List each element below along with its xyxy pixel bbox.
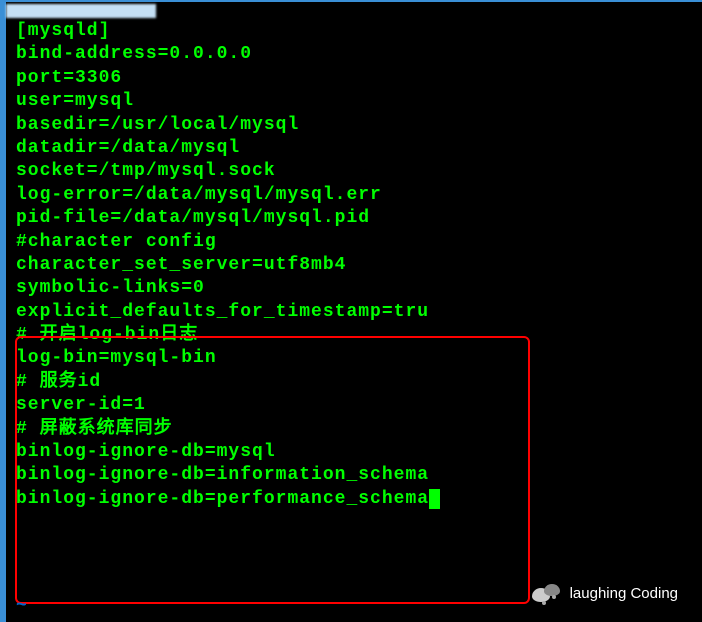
vim-tilde: ~ [16,595,27,618]
config-line: pid-file=/data/mysql/mysql.pid [16,207,692,230]
config-line: server-id=1 [16,394,692,417]
config-line-cursor: binlog-ignore-db=performance_schema [16,488,692,511]
config-line: # 开启log-bin日志 [16,324,692,347]
watermark: laughing Coding [532,584,678,604]
config-line: user=mysql [16,90,692,113]
config-line: explicit_defaults_for_timestamp=tru [16,301,692,324]
config-line: [mysqld] [16,20,692,43]
config-line: basedir=/usr/local/mysql [16,114,692,137]
config-line: port=3306 [16,67,692,90]
watermark-text: laughing Coding [570,584,678,604]
config-line: log-error=/data/mysql/mysql.err [16,184,692,207]
wechat-icon [532,584,560,604]
config-line: datadir=/data/mysql [16,137,692,160]
config-line: log-bin=mysql-bin [16,347,692,370]
terminal-cursor [429,489,440,509]
terminal-viewport[interactable]: [mysqld] bind-address=0.0.0.0 port=3306 … [6,2,702,521]
config-line: bind-address=0.0.0.0 [16,43,692,66]
config-line: # 屏蔽系统库同步 [16,418,692,441]
config-line: # 服务id [16,371,692,394]
config-line: symbolic-links=0 [16,277,692,300]
tab-blur-region [6,4,156,18]
config-line: socket=/tmp/mysql.sock [16,160,692,183]
config-line: binlog-ignore-db=mysql [16,441,692,464]
config-line: #character config [16,231,692,254]
config-line: character_set_server=utf8mb4 [16,254,692,277]
config-text: binlog-ignore-db=performance_schema [16,489,429,509]
config-line: binlog-ignore-db=information_schema [16,464,692,487]
